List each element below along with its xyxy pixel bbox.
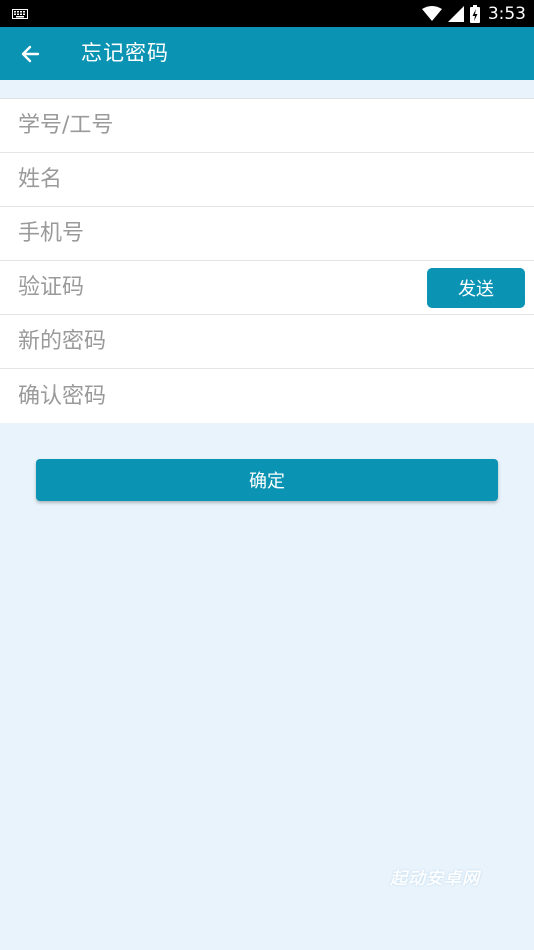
form-row-name xyxy=(0,153,534,207)
student-id-input[interactable] xyxy=(0,99,534,152)
confirm-button[interactable]: 确定 xyxy=(36,459,498,501)
verification-code-input[interactable] xyxy=(0,261,420,314)
send-code-button[interactable]: 发送 xyxy=(427,268,525,308)
page-title: 忘记密码 xyxy=(81,41,169,65)
battery-charging-icon xyxy=(469,4,480,23)
confirm-password-input[interactable] xyxy=(0,369,534,423)
keyboard-icon xyxy=(12,9,28,19)
form-row-new-password xyxy=(0,315,534,369)
form-row-confirm-password xyxy=(0,369,534,423)
arrow-left-icon xyxy=(21,45,40,63)
status-bar: 3:53 xyxy=(0,0,534,27)
phone-input[interactable] xyxy=(0,207,534,260)
forgot-password-form: 发送 xyxy=(0,98,534,423)
form-row-code: 发送 xyxy=(0,261,534,315)
new-password-input[interactable] xyxy=(0,315,534,368)
wifi-icon xyxy=(421,5,442,21)
watermark: 起动安卓网 xyxy=(390,869,480,889)
name-input[interactable] xyxy=(0,153,534,206)
back-button[interactable] xyxy=(16,40,44,68)
app-bar: 忘记密码 xyxy=(0,27,534,80)
cell-signal-icon xyxy=(447,5,464,22)
form-row-phone xyxy=(0,207,534,261)
form-row-student-id xyxy=(0,99,534,153)
status-time: 3:53 xyxy=(487,3,526,24)
